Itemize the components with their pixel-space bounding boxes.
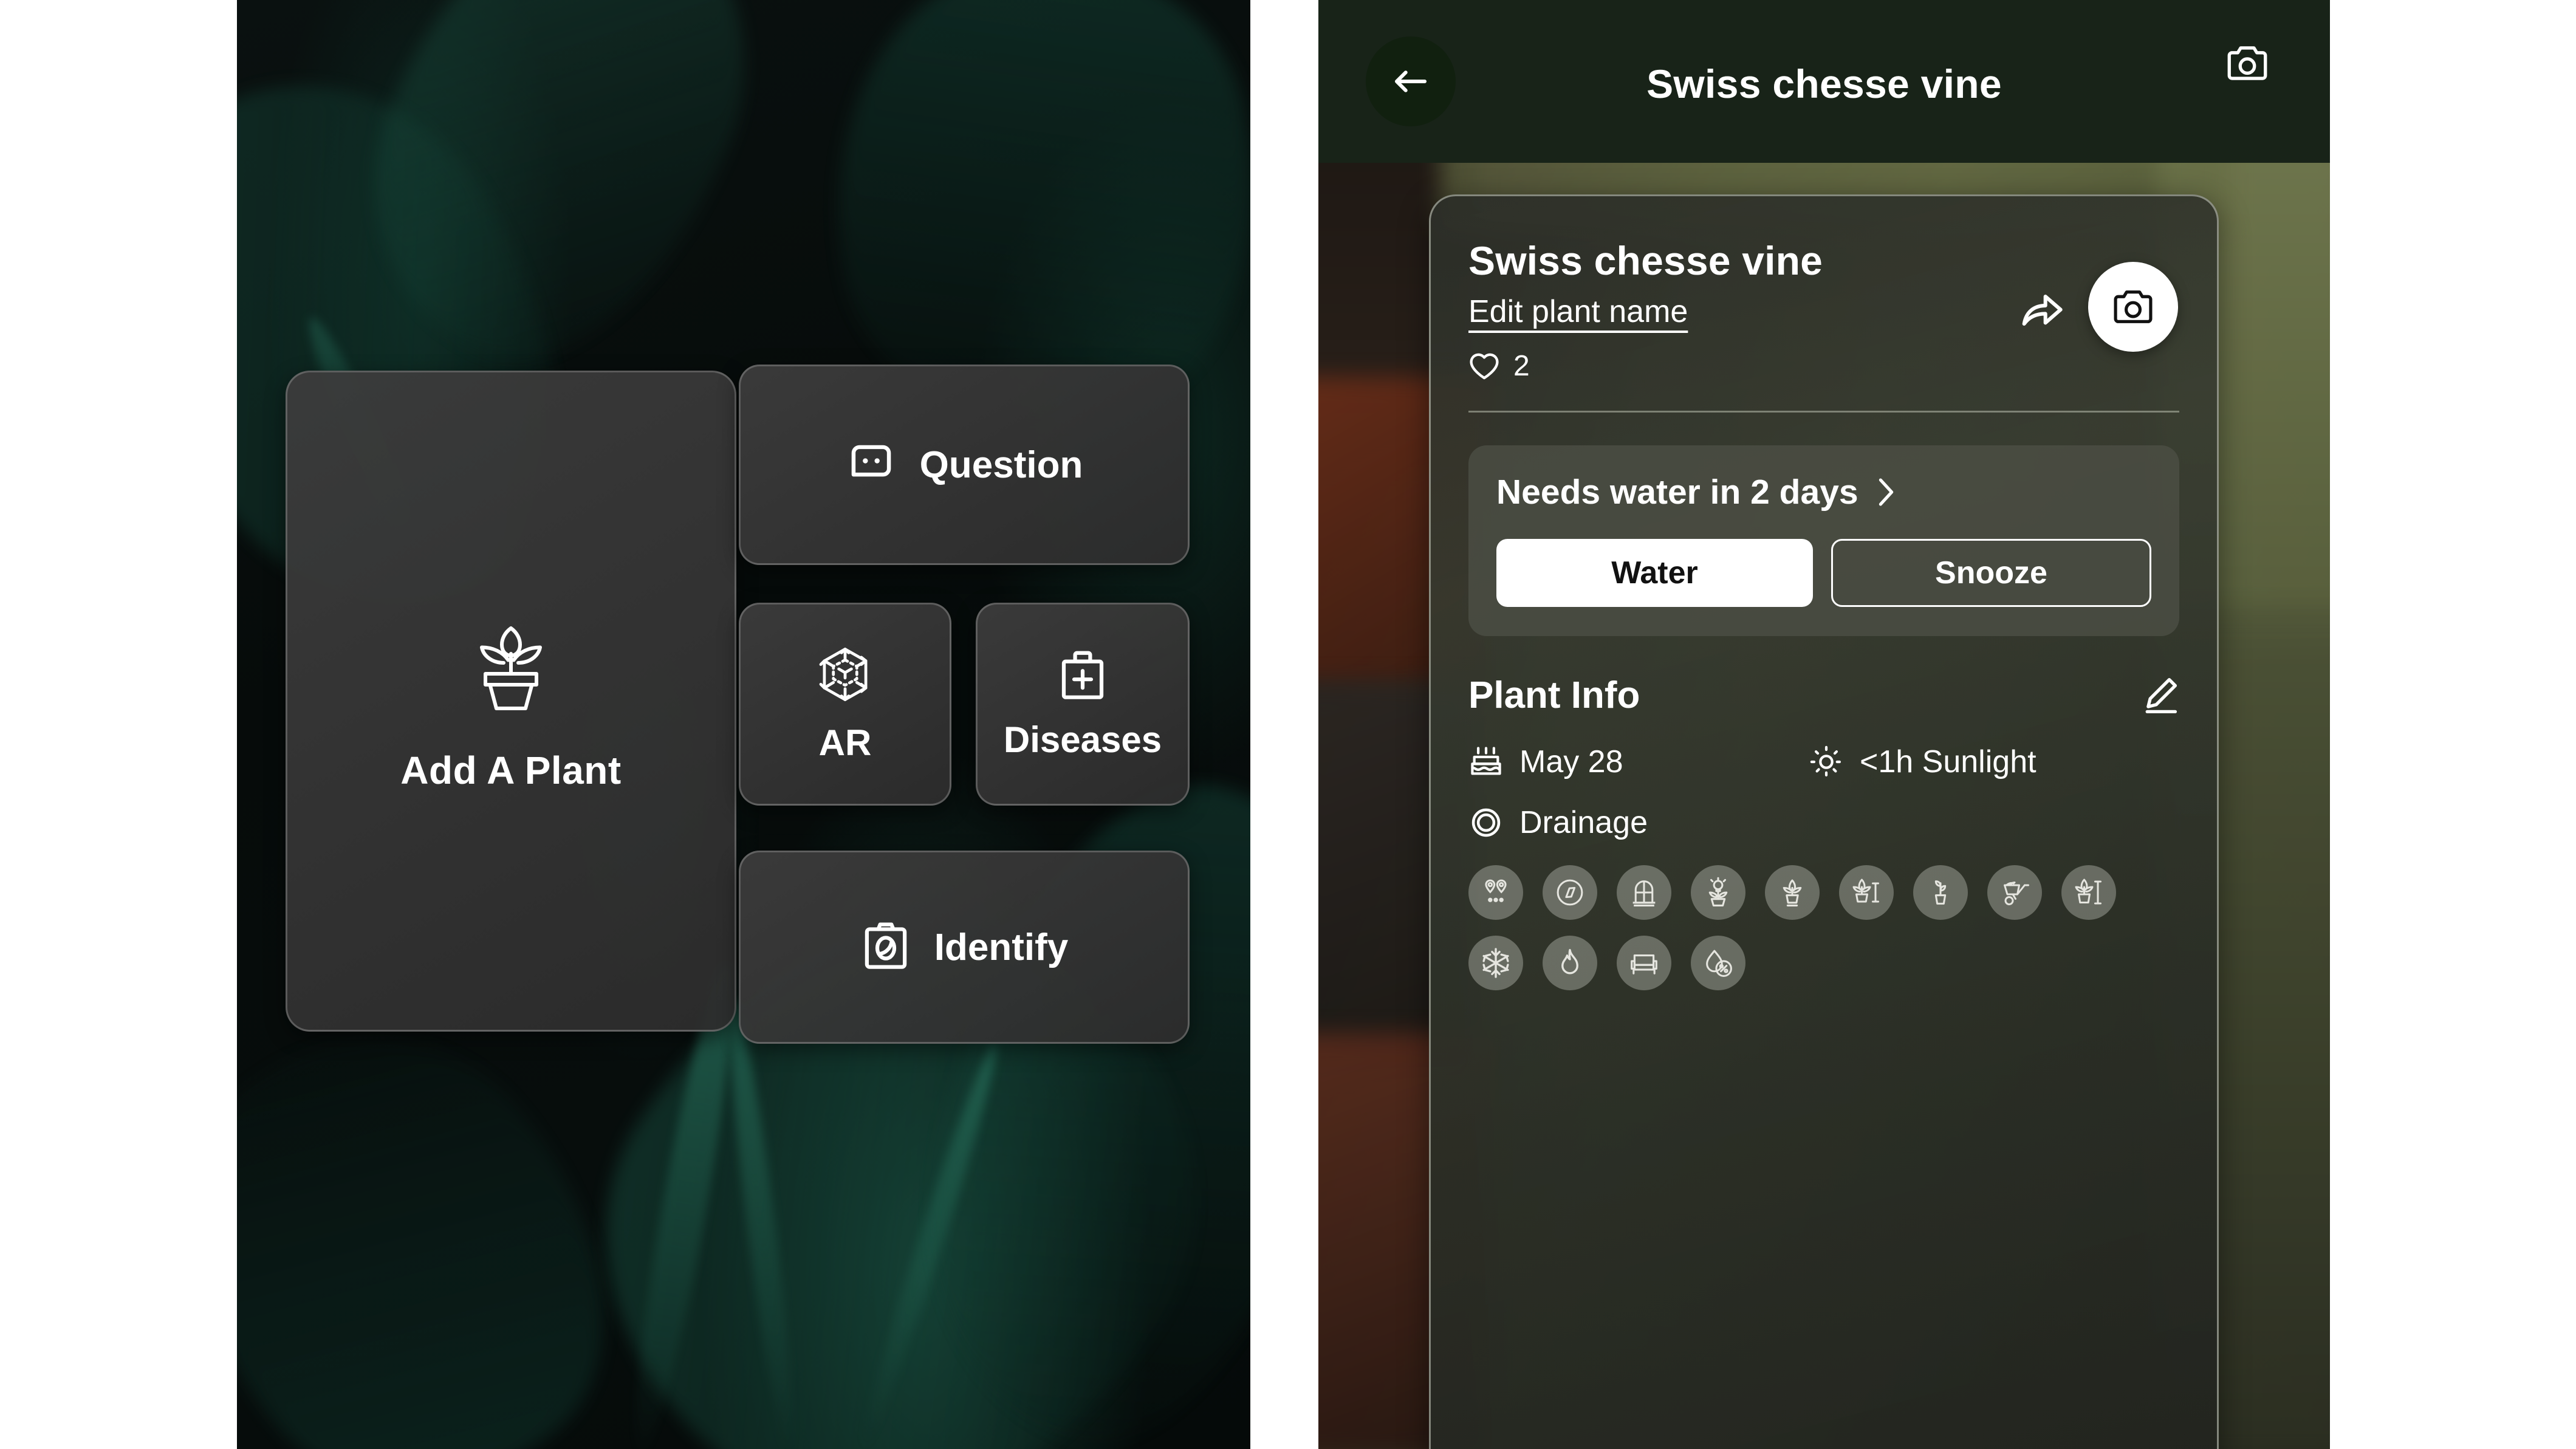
identify-button[interactable]: Identify xyxy=(739,851,1190,1044)
like-row[interactable]: 2 xyxy=(1468,349,2179,383)
card-camera-button[interactable] xyxy=(2088,262,2178,352)
plant-info-sunlight-label: <1h Sunlight xyxy=(1860,744,2036,779)
header-divider xyxy=(1468,411,2179,413)
plant-height-icon[interactable] xyxy=(1839,865,1894,920)
diseases-label: Diseases xyxy=(1003,719,1162,760)
plant-name: Swiss chesse vine xyxy=(1468,238,1823,283)
plant-info-rows: May 28 <1h Sunlight Drainage xyxy=(1468,744,2179,841)
question-button[interactable]: Question xyxy=(739,365,1190,565)
add-plant-label: Add A Plant xyxy=(400,748,622,792)
plant-info-birthday: May 28 xyxy=(1468,744,1809,780)
ar-cube-icon xyxy=(819,645,871,704)
topbar-camera-button[interactable] xyxy=(2225,44,2269,86)
plant-info-sunlight: <1h Sunlight xyxy=(1809,744,2036,780)
first-aid-kit-icon xyxy=(1057,648,1108,703)
camera-scan-leaf-icon xyxy=(860,920,911,974)
ar-label: AR xyxy=(818,722,872,763)
diseases-button[interactable]: Diseases xyxy=(976,603,1190,806)
plant-info-birthday-label: May 28 xyxy=(1519,744,1623,779)
plant-ruler-icon[interactable] xyxy=(2061,865,2116,920)
share-icon xyxy=(2019,287,2064,330)
drainage-circles-icon xyxy=(1468,805,1504,840)
water-status-row[interactable]: Needs water in 2 days xyxy=(1496,472,2151,512)
water-status-text: Needs water in 2 days xyxy=(1496,473,1858,512)
ar-button[interactable]: AR xyxy=(739,603,951,806)
sun-icon xyxy=(1809,744,1844,779)
camera-icon xyxy=(2225,44,2269,83)
add-plant-button[interactable]: Add A Plant xyxy=(286,371,736,1032)
seedling-pot-icon[interactable] xyxy=(1913,865,1968,920)
wheelbarrow-icon[interactable] xyxy=(1987,865,2042,920)
pencil-icon[interactable] xyxy=(2139,676,2179,716)
plant-info-drainage-label: Drainage xyxy=(1519,805,1648,840)
furniture-icon[interactable] xyxy=(1617,936,1671,990)
chevron-right-icon xyxy=(1874,477,1895,507)
plant-attribute-icons xyxy=(1468,865,2179,990)
snooze-button[interactable]: Snooze xyxy=(1831,539,2151,607)
plant-detail-card: Swiss chesse vine Edit plant name 2 Need… xyxy=(1429,194,2219,1449)
humidity-percent-icon[interactable] xyxy=(1691,936,1745,990)
page-title: Swiss chesse vine xyxy=(1646,61,2002,106)
water-reminder-card: Needs water in 2 days Water Snooze xyxy=(1468,445,2179,636)
flame-icon[interactable] xyxy=(1543,936,1597,990)
edit-plant-name-link[interactable]: Edit plant name xyxy=(1468,293,1688,330)
chat-bubble-icon xyxy=(846,439,897,490)
plant-info-drainage: Drainage xyxy=(1468,804,1809,841)
water-button[interactable]: Water xyxy=(1496,539,1813,607)
share-button[interactable] xyxy=(2019,287,2064,333)
top-navigation-bar: Swiss chesse vine xyxy=(1318,0,2330,163)
birthday-cake-icon xyxy=(1468,744,1504,779)
screenshot-root: Add A Plant Question AR Diseases Identif… xyxy=(0,0,2576,1449)
snowflake-icon[interactable] xyxy=(1468,936,1523,990)
home-screen-panel: Add A Plant Question AR Diseases Identif… xyxy=(237,0,1250,1449)
window-icon[interactable] xyxy=(1617,865,1671,920)
plant-lightbulb-icon[interactable] xyxy=(1691,865,1745,920)
potted-plant-icon xyxy=(465,609,557,713)
heart-icon xyxy=(1468,352,1500,381)
plant-info-header: Plant Info xyxy=(1468,674,2179,717)
plant-detail-panel: Swiss chesse vine Swiss chesse vine Edit… xyxy=(1318,0,2330,1449)
potted-plant-icon[interactable] xyxy=(1765,865,1820,920)
map-pins-icon[interactable] xyxy=(1468,865,1523,920)
compass-icon[interactable] xyxy=(1543,865,1597,920)
question-label: Question xyxy=(919,444,1083,486)
like-count: 2 xyxy=(1513,350,1530,382)
camera-icon xyxy=(2112,288,2154,326)
card-header: Swiss chesse vine Edit plant name 2 xyxy=(1468,196,2179,413)
identify-label: Identify xyxy=(934,926,1069,968)
plant-info-title: Plant Info xyxy=(1468,674,1640,716)
